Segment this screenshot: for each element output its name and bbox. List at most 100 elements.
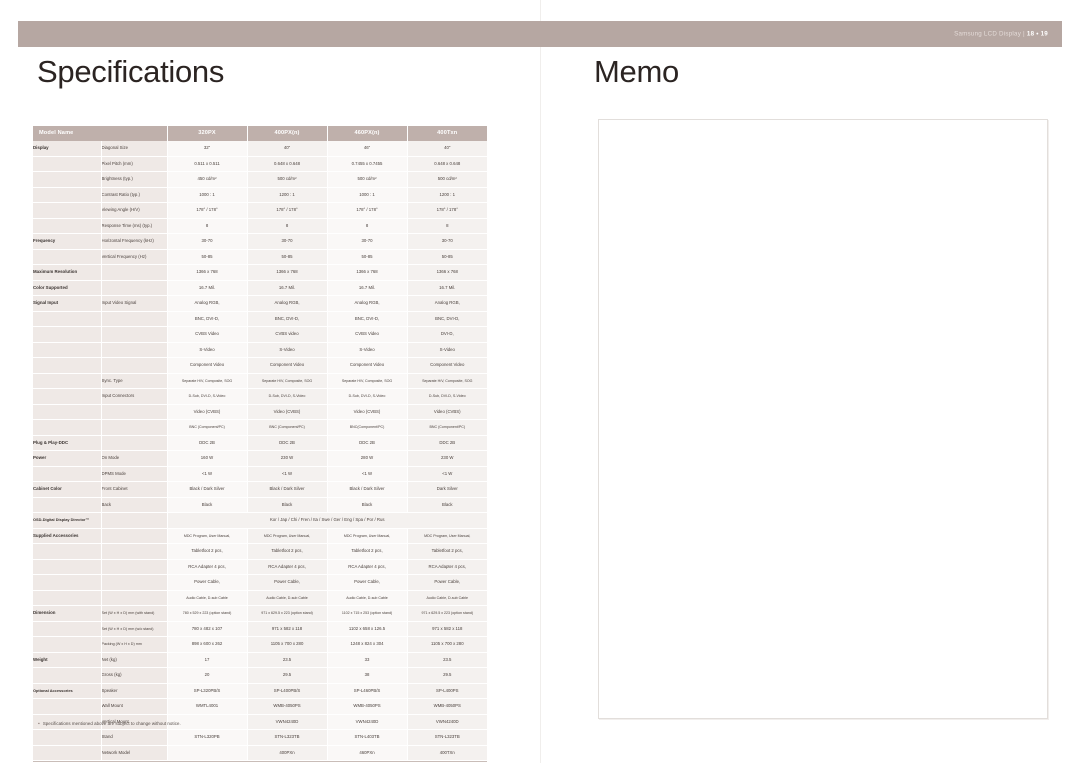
row-value-0: Separate H/V, Composite, SOG xyxy=(167,373,248,389)
table-row: Wall Mount WMTL4001 WMB-4050PS WMB-4050PS WM… xyxy=(33,698,488,715)
row-value-0: BNC, DVI-D, xyxy=(167,311,248,327)
table-row: Audio Cable, D-sub Cable Audio Cable, D-s… xyxy=(33,590,488,606)
memo-writing-area[interactable] xyxy=(598,119,1048,719)
table-row: Set (W x H x D) mm (w/o stand) 780 x 482 … xyxy=(33,621,488,637)
row-value-2: 16.7 Mil. xyxy=(327,280,408,296)
row-group-label: Display xyxy=(33,141,102,157)
row-sub-label xyxy=(101,543,168,560)
row-sub-label: Front Cabinet xyxy=(101,481,168,498)
row-group-label xyxy=(33,187,102,203)
row-sub-label: Wall Mount xyxy=(101,698,168,715)
table-row: Contrast Ratio (typ.) 1000 : 1 1200 : 1 100… xyxy=(33,187,488,203)
row-group-label: Color Supported xyxy=(33,280,102,296)
row-value-1: Black xyxy=(247,497,328,513)
table-body: Display Diagonal Size 32" 40" 46" 40" Pixel Pi… xyxy=(33,141,488,761)
page-title-specifications: Specifications xyxy=(37,54,225,89)
row-value-span: Kor / Jap / Chi / Fren / Ita / Swe / Ger… xyxy=(167,512,488,529)
row-group-label xyxy=(33,388,102,405)
row-value-0: Audio Cable, D-sub Cable xyxy=(167,590,248,606)
row-value-2: 50-85 xyxy=(327,249,408,265)
row-value-3: BNC, DVI-D, xyxy=(407,311,488,327)
table-row: OSD-Digital Display Director™ Kor / Jap /… xyxy=(33,512,488,529)
row-value-2: STN-L403TB xyxy=(327,729,408,746)
table-header-row: Model Name 320PX 400PX(n) 460PX(n) 400Tx… xyxy=(33,126,488,141)
table-row: Frequency Horizontal Frequency (kHz) 30-70… xyxy=(33,233,488,250)
row-value-3: Tabletfoot 2 pcs, xyxy=(407,543,488,560)
row-value-3: STN-L323TB xyxy=(407,729,488,746)
row-value-1: 16.7 Mil. xyxy=(247,280,328,296)
row-group-label xyxy=(33,621,102,637)
table-row: Power Cable, Power Cable, Power Cable, Powe… xyxy=(33,574,488,591)
row-group-label: Optional Accessories xyxy=(33,683,102,699)
row-sub-label: Network Model xyxy=(101,745,168,761)
row-value-2: 280 W xyxy=(327,450,408,467)
row-value-1: Power Cable, xyxy=(247,574,328,591)
table-row: BNC, DVI-D, BNC, DVI-D, BNC, DVI-D, BNC, DV… xyxy=(33,311,488,327)
table-row: Vertical Frequency (Hz) 50-85 50-85 50-85 50… xyxy=(33,249,488,265)
row-sub-label: Horizontal Frequency (kHz) xyxy=(101,233,168,250)
row-value-2: 46" xyxy=(327,141,408,157)
row-value-1: D-Sub, DVI-D, S-Video xyxy=(247,388,328,405)
row-value-2: Analog RGB, xyxy=(327,295,408,312)
row-value-1: BNC, DVI-D, xyxy=(247,311,328,327)
row-value-3: DDC 2B xyxy=(407,435,488,451)
row-value-3: Black xyxy=(407,497,488,513)
row-group-label xyxy=(33,466,102,482)
table-row: Network Model 400PXn 460PXn 400TXn xyxy=(33,745,488,761)
footnote-text: Specifications mentioned above are subje… xyxy=(42,721,181,726)
row-sub-label xyxy=(101,574,168,591)
table-row: Brightness (typ.) 450 cd/m² 500 cd/m² 500 c… xyxy=(33,171,488,188)
row-sub-label: Contrast Ratio (typ.) xyxy=(101,187,168,203)
row-value-1: 971 x 582 x 118 xyxy=(247,621,328,637)
row-group-label xyxy=(33,559,102,575)
row-value-0: Black xyxy=(167,497,248,513)
row-sub-label xyxy=(101,528,168,544)
row-value-0: 17 xyxy=(167,652,248,668)
row-value-3: 29.5 xyxy=(407,667,488,684)
row-value-2: 33 xyxy=(327,652,408,668)
row-value-3: 0.648 x 0.648 xyxy=(407,156,488,172)
row-value-2: 1102 x 658 x 126.5 xyxy=(327,621,408,637)
row-value-2: WMB-4050PS xyxy=(327,698,408,715)
row-value-1: SP-L400PB/S xyxy=(247,683,328,699)
row-sub-label: Viewing Angle (H/V) xyxy=(101,202,168,219)
row-group-label xyxy=(33,373,102,389)
table-row: Pixel Pitch (mm) 0.511 x 0.511 0.648 x 0.6… xyxy=(33,156,488,172)
row-group-label: Dimension xyxy=(33,605,102,622)
table-row: RCA Adapter 4 pcs, RCA Adapter 4 pcs, RCA … xyxy=(33,559,488,575)
row-group-label: Supplied Accessories xyxy=(33,528,102,544)
specifications-table: Model Name 320PX 400PX(n) 460PX(n) 400Tx… xyxy=(33,126,488,761)
row-value-2: S-Video xyxy=(327,342,408,358)
table-row: Cabinet Color Front Cabinet Black / Dark S… xyxy=(33,481,488,498)
row-value-0: SP-L320PB/S xyxy=(167,683,248,699)
row-value-2: 178° / 178° xyxy=(327,202,408,219)
row-value-1: WMB-4050PS xyxy=(247,698,328,715)
table-row: Packing (W x H x D) mm 898 x 600 x 262 110… xyxy=(33,636,488,653)
row-value-0: WMTL4001 xyxy=(167,698,248,715)
row-value-0: Video (CVBS) xyxy=(167,404,248,420)
row-value-3: 500 cd/m² xyxy=(407,171,488,188)
row-value-3: 230 W xyxy=(407,450,488,467)
row-value-0: 178° / 178° xyxy=(167,202,248,219)
row-sub-label xyxy=(101,280,168,296)
row-sub-label: Stand xyxy=(101,729,168,746)
table-row: Supplied Accessories MDC Program, User Ma… xyxy=(33,528,488,544)
row-value-3: S-Video xyxy=(407,342,488,358)
row-value-3: 50-85 xyxy=(407,249,488,265)
row-value-0: S-Video xyxy=(167,342,248,358)
row-value-0: 780 x 482 x 107 xyxy=(167,621,248,637)
row-value-3: Dark Silver xyxy=(407,481,488,498)
row-sub-label xyxy=(101,435,168,451)
row-value-3: BNC (Component/PC) xyxy=(407,419,488,436)
row-sub-label xyxy=(101,311,168,327)
row-value-3: 971 x 629.5 x 223 (option stand) xyxy=(407,605,488,622)
row-value-0: 0.511 x 0.511 xyxy=(167,156,248,172)
row-group-label xyxy=(33,543,102,560)
row-value-2: Power Cable, xyxy=(327,574,408,591)
row-value-2: Component Video xyxy=(327,357,408,374)
row-value-2: BNC, DVI-D, xyxy=(327,311,408,327)
row-group-label: Signal Input xyxy=(33,295,102,312)
row-sub-label: Diagonal Size xyxy=(101,141,168,157)
row-group-label xyxy=(33,729,102,746)
row-value-0: Tabletfoot 2 pcs, xyxy=(167,543,248,560)
